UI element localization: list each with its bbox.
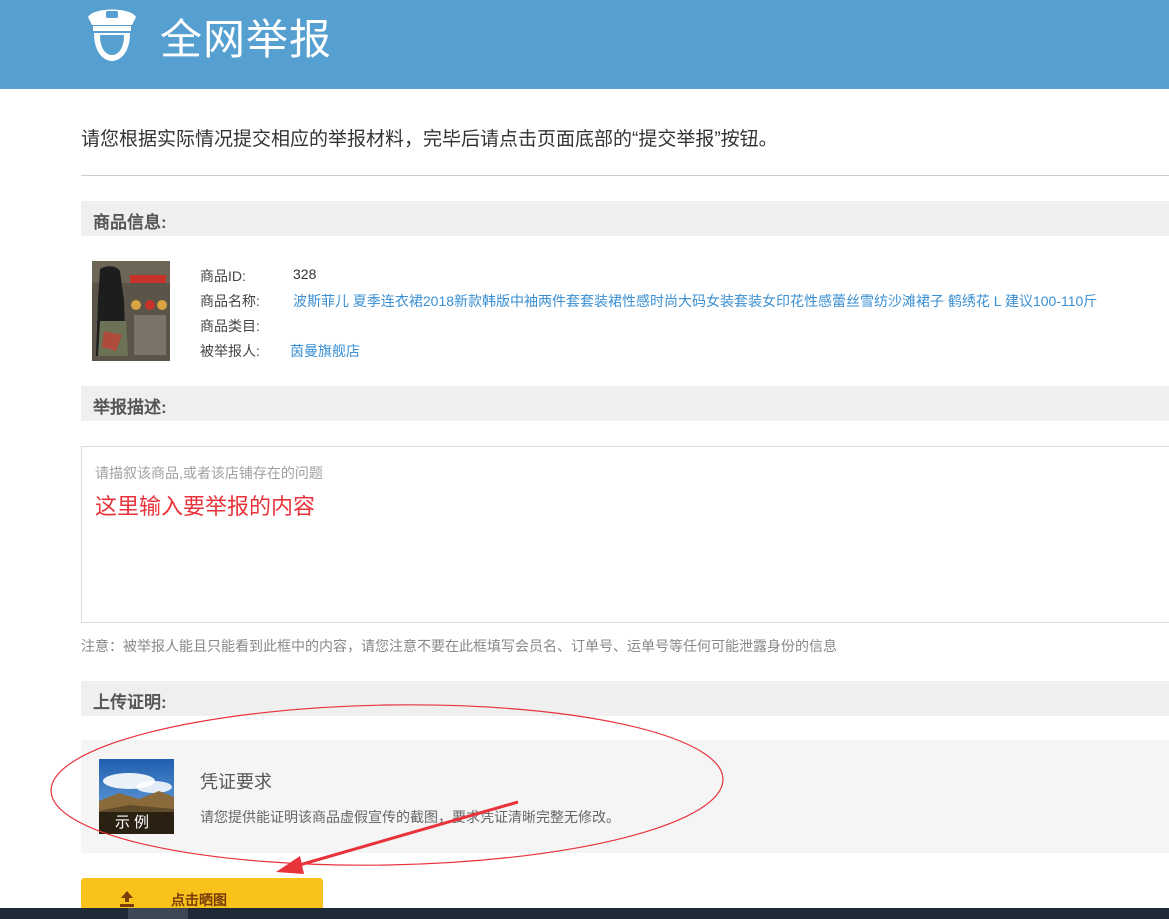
product-id-label: 商品ID:: [200, 268, 246, 284]
product-name-label: 商品名称:: [200, 293, 260, 309]
report-description-textarea[interactable]: 请描叙该商品,或者该店铺存在的问题 这里输入要举报的内容: [81, 446, 1169, 623]
description-annotation: 这里输入要举报的内容: [95, 495, 316, 520]
page-title: 全网举报: [160, 16, 333, 63]
upload-button-label: 点击晒图: [171, 892, 227, 908]
annotation-arrow-head: [276, 856, 304, 874]
product-section-header: 商品信息:: [81, 201, 1169, 236]
divider: [81, 175, 1169, 176]
reported-party-label: 被举报人:: [200, 343, 260, 359]
header-bar: 全网举报: [0, 0, 1169, 89]
evidence-requirements-panel: [81, 740, 1169, 853]
product-category-label: 商品类目:: [200, 318, 260, 334]
product-name-link[interactable]: 波斯菲儿 夏季连衣裙2018新款韩版中袖两件套套装裙性感时尚大码女装套装女印花性…: [293, 291, 1097, 311]
product-id-value: 328: [293, 266, 317, 282]
product-section-title: 商品信息:: [93, 213, 167, 232]
description-section-header: 举报描述:: [81, 386, 1169, 421]
example-image[interactable]: 示例: [99, 759, 174, 834]
requirement-title: 凭证要求: [200, 772, 272, 792]
privacy-notice: 注意：被举报人能且只能看到此框中的内容，请您注意不要在此框填写会员名、订单号、运…: [81, 638, 837, 654]
product-thumbnail[interactable]: [92, 261, 170, 361]
requirement-text: 请您提供能证明该商品虚假宣传的截图，要求凭证清晰完整无修改。: [200, 809, 620, 825]
upload-section-header: 上传证明:: [81, 681, 1169, 716]
taskbar: [0, 908, 1169, 919]
intro-text: 请您根据实际情况提交相应的举报材料，完毕后请点击页面底部的“提交举报”按钮。: [81, 129, 778, 150]
upload-section-title: 上传证明:: [93, 693, 167, 712]
police-icon: [88, 9, 136, 61]
reported-party-link[interactable]: 茵曼旗舰店: [290, 341, 360, 361]
upload-icon: [120, 891, 134, 907]
description-section-title: 举报描述:: [93, 398, 167, 417]
taskbar-item[interactable]: [128, 908, 188, 919]
example-label: 示例: [99, 812, 174, 834]
description-placeholder: 请描叙该商品,或者该店铺存在的问题: [95, 465, 323, 481]
